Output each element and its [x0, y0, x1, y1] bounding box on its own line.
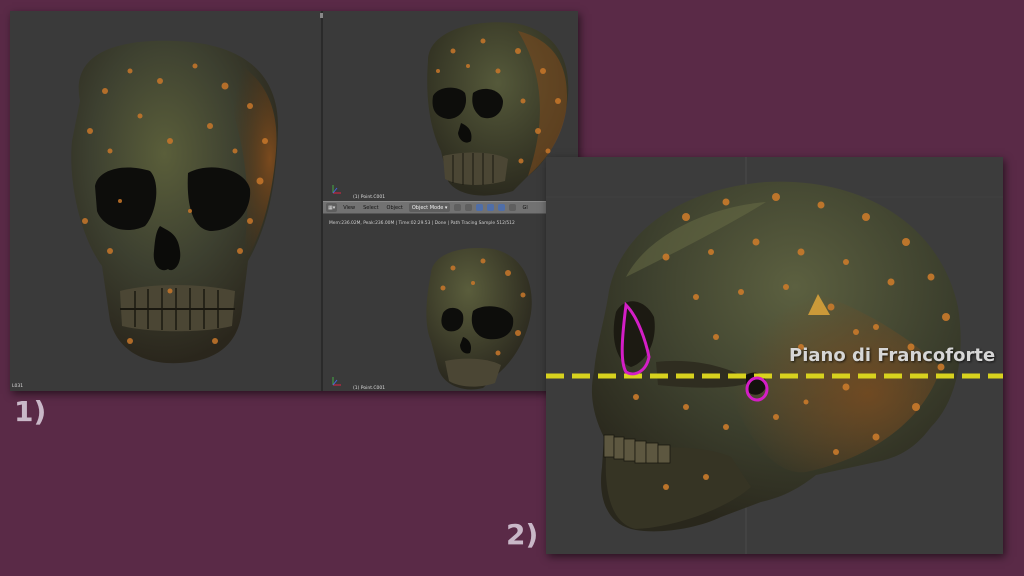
viewport-three-quarter[interactable]: (1) Point.C001 [323, 11, 578, 201]
render-status-text: Mem:236.02M, Peak:236.00M | Time:02:29.5… [323, 214, 578, 233]
viewport-oblique[interactable]: (1) Point.C001 [323, 233, 578, 391]
viewport-front[interactable]: L031 [10, 11, 321, 391]
viewport-object-label: (1) Point.C001 [353, 386, 386, 391]
viewport-corner-label: L031 [12, 384, 24, 389]
editor-type-button[interactable]: ▦▾ [326, 203, 338, 212]
global-orientation-label[interactable]: Gl [520, 205, 529, 211]
pivot-point-icon[interactable] [465, 204, 473, 211]
manipulator-icon[interactable] [476, 204, 484, 211]
object-mode-label: Object Mode [411, 204, 444, 211]
scale-icon[interactable] [509, 204, 517, 211]
menu-view[interactable]: View [341, 205, 357, 211]
lateral-view-panel: Piano di Francoforte [546, 157, 1003, 554]
skull-three-quarter-render [427, 22, 569, 196]
viewport-object-label: (1) Point.C001 [353, 195, 386, 200]
translate-icon[interactable] [487, 204, 495, 211]
frankfurt-plane-label: Piano di Francoforte [789, 345, 996, 366]
skull-oblique-render [426, 248, 532, 390]
rotate-icon[interactable] [498, 204, 506, 211]
axis-gizmo-icon [332, 377, 341, 386]
menu-object[interactable]: Object [385, 205, 405, 211]
viewport-header-toolbar: ▦▾ View Select Object Object Mode ▾ Gl [323, 201, 578, 214]
blender-screenshot-panel: L031 (1) Point.C001 ▦▾ View Select Objec… [10, 11, 578, 391]
object-mode-dropdown[interactable]: Object Mode ▾ [408, 203, 451, 212]
shading-mode-icon[interactable] [454, 204, 462, 211]
figure-number-1: 1) [14, 395, 47, 428]
figure-number-2: 2) [506, 518, 539, 551]
menu-select[interactable]: Select [361, 205, 380, 211]
axis-gizmo-icon [332, 185, 341, 194]
skull-front-render [71, 40, 279, 364]
